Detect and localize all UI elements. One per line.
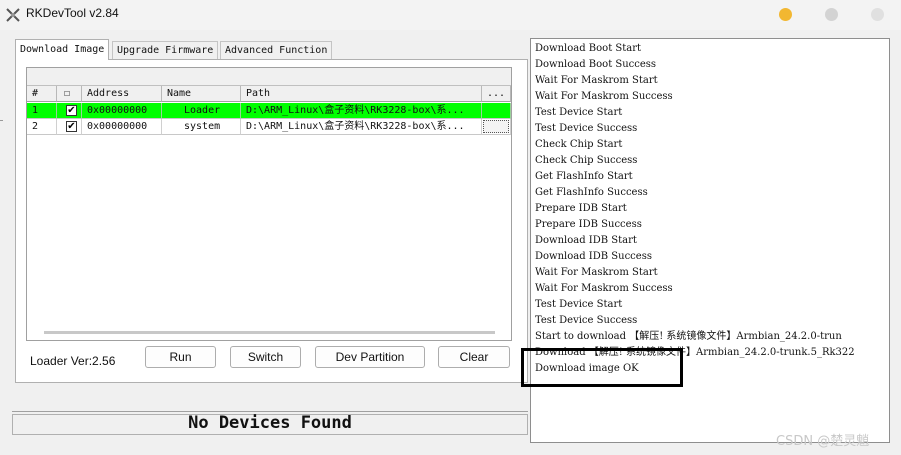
switch-button[interactable]: Switch [230, 346, 301, 368]
window-edge-mark [0, 120, 3, 121]
log-line: Download IDB Success [535, 251, 652, 262]
log-line: Download Boot Start [535, 43, 642, 54]
close-button[interactable] [871, 8, 884, 21]
tab-upgrade-firmware[interactable]: Upgrade Firmware [112, 41, 219, 59]
log-line: Download Boot Success [535, 59, 657, 70]
row-browse-cell[interactable] [482, 103, 511, 119]
device-status: No Devices Found [188, 413, 352, 433]
log-line: Wait For Maskrom Success [535, 283, 673, 294]
log-line: Start to download 【解压! 系统镜像文件】Armbian_24… [535, 331, 842, 342]
col-header-address[interactable]: Address [82, 86, 162, 102]
col-header-path[interactable]: Path [241, 86, 482, 102]
row-name[interactable]: Loader [162, 103, 241, 119]
rkdevtool-logo-icon [6, 8, 20, 22]
window-title: RKDevTool v2.84 [26, 6, 119, 20]
row-number: 2 [27, 119, 57, 135]
col-header-number[interactable]: # [27, 86, 57, 102]
log-line: Download IDB Start [535, 235, 637, 246]
loader-version-label: Loader Ver:2.56 [30, 354, 116, 368]
log-line: Test Device Start [535, 299, 623, 310]
title-bar [0, 0, 901, 30]
row-browse-button[interactable] [482, 119, 511, 135]
log-line: Get FlashInfo Start [535, 171, 633, 182]
log-line: Get FlashInfo Success [535, 187, 648, 198]
log-line: Wait For Maskrom Success [535, 91, 673, 102]
row-path[interactable]: D:\ARM_Linux\盒子资料\RK3228-box\系... [241, 119, 482, 135]
log-line: Test Device Start [535, 107, 623, 118]
row-checkbox[interactable]: ✔ [66, 121, 77, 132]
row-name[interactable]: system [162, 119, 241, 135]
dev-partition-button[interactable]: Dev Partition [315, 346, 425, 368]
log-line: Check Chip Start [535, 139, 623, 150]
log-line: Prepare IDB Start [535, 203, 627, 214]
run-button[interactable]: Run [145, 346, 216, 368]
log-line: Test Device Success [535, 123, 638, 134]
grid-top-band [27, 68, 511, 86]
col-header-checkbox[interactable]: ☐ [57, 86, 82, 102]
log-line: Wait For Maskrom Start [535, 75, 658, 86]
annotation-highlight-box [521, 348, 683, 387]
row-address[interactable]: 0x00000000 [82, 103, 162, 119]
minimize-button[interactable] [779, 8, 792, 21]
row-checkbox-cell[interactable]: ✔ [57, 119, 82, 135]
tab-download-image[interactable]: Download Image [15, 39, 110, 60]
row-checkbox[interactable]: ✔ [66, 105, 77, 116]
maximize-button[interactable] [825, 8, 838, 21]
log-line: Test Device Success [535, 315, 638, 326]
row-number: 1 [27, 103, 57, 119]
row-address[interactable]: 0x00000000 [82, 119, 162, 135]
browse-button-face[interactable] [483, 120, 509, 133]
horizontal-scrollbar[interactable] [44, 331, 495, 334]
col-header-browse[interactable]: ... [482, 86, 511, 102]
watermark: CSDN @楚灵魈 [776, 434, 870, 449]
log-line: Prepare IDB Success [535, 219, 642, 230]
log-line: Wait For Maskrom Start [535, 267, 658, 278]
row-path[interactable]: D:\ARM_Linux\盒子资料\RK3228-box\系... [241, 103, 482, 119]
status-divider [12, 411, 528, 412]
tab-advanced-function[interactable]: Advanced Function [220, 41, 333, 59]
col-header-name[interactable]: Name [162, 86, 241, 102]
log-line: Check Chip Success [535, 155, 638, 166]
clear-button[interactable]: Clear [438, 346, 510, 368]
row-checkbox-cell[interactable]: ✔ [57, 103, 82, 119]
